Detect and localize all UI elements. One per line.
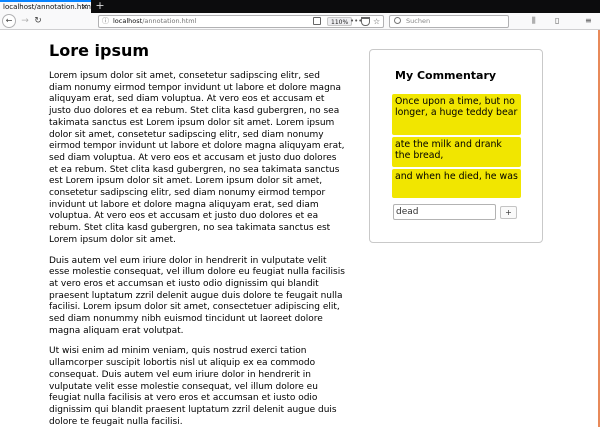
page-content: Lore ipsum Lorem ipsum dolor sit amet, c… [0,31,598,427]
zoom-indicator[interactable]: 110% [327,17,353,26]
close-icon[interactable]: × [81,2,88,12]
reload-icon[interactable]: ↻ [31,14,45,28]
article-paragraph: Duis autem vel eum iriure dolor in hendr… [49,255,345,336]
search-icon [394,17,401,24]
page-title: Lore ipsum [49,41,150,60]
article-paragraph: Lorem ipsum dolor sit amet, consetetur s… [49,71,345,245]
notes-list: Once upon a time, but no longer, a huge … [392,94,521,200]
bookmark-star-icon[interactable]: ☆ [373,16,380,27]
url-bar[interactable]: ⓘ localhost/annotation.html 110% ••• ☆ [98,15,384,28]
back-arrow-icon[interactable]: ← [2,14,16,28]
tab-strip: localhost/annotation.html × + [0,0,600,13]
new-tab-icon[interactable]: + [95,0,105,13]
tab-annotation[interactable]: localhost/annotation.html × [0,0,91,13]
note-item[interactable]: Once upon a time, but no longer, a huge … [392,94,521,135]
pocket-icon[interactable] [361,17,370,26]
add-note-button[interactable]: + [500,206,517,219]
library-icon[interactable]: ⫼ [532,15,536,27]
note-item[interactable]: ate the milk and drank the bread, [392,137,521,167]
url-text[interactable]: localhost/annotation.html [113,16,196,27]
commentary-title: My Commentary [395,69,497,82]
url-path: /annotation.html [142,17,197,25]
menu-icon[interactable]: ≡ [585,15,592,27]
sidebar-icon[interactable]: ▯ [555,15,559,27]
search-bar[interactable]: Suchen [389,15,509,28]
url-host: localhost [113,17,143,25]
article-paragraph: Ut wisi enim ad minim veniam, quis nostr… [49,346,337,427]
note-input[interactable] [393,204,496,220]
note-item[interactable]: and when he died, he was [392,169,521,198]
info-icon[interactable]: ⓘ [102,16,109,27]
commentary-panel: My Commentary Once upon a time, but no l… [369,49,543,243]
forward-arrow-icon[interactable]: → [18,14,32,28]
reader-view-icon[interactable] [313,17,321,25]
navigation-toolbar: ← → ↻ ⓘ localhost/annotation.html 110% •… [0,13,600,30]
search-placeholder: Suchen [406,17,431,25]
article: Lore ipsum Lorem ipsum dolor sit amet, c… [49,41,345,427]
tab-title: localhost/annotation.html [3,3,91,11]
